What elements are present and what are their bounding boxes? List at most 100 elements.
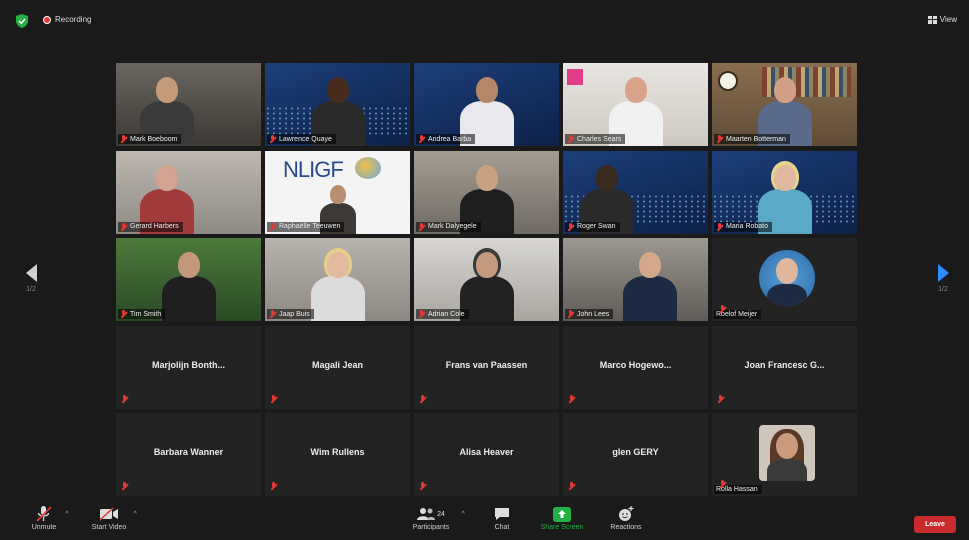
video-options-caret[interactable]: ^ (130, 504, 140, 524)
wall-clock-icon (718, 71, 738, 91)
muted-microphone-icon (567, 222, 574, 231)
muted-microphone-icon (568, 482, 575, 490)
muted-microphone-icon (567, 310, 574, 318)
reactions-button[interactable]: Reactions (604, 504, 648, 531)
participant-name: Frans van Paassen (445, 359, 528, 370)
participant-name: Alisa Heaver (459, 447, 514, 457)
participant-name: Roger Swan (577, 223, 616, 230)
participant-tile[interactable]: John Lees (563, 238, 708, 321)
muted-microphone-icon (418, 222, 425, 231)
shield-icon[interactable] (16, 14, 28, 28)
share-screen-label: Share Screen (540, 524, 584, 531)
participant-tile[interactable]: Joan Francesc G... (712, 325, 857, 409)
participant-name-label: Adrian Cole (416, 309, 469, 319)
participant-name: Charles Sears (577, 135, 622, 143)
muted-microphone-icon (120, 135, 127, 143)
participant-name-label: Charles Sears (565, 134, 626, 144)
chat-label: Chat (494, 524, 510, 531)
participant-tile[interactable]: Frans van Paassen (414, 325, 559, 409)
previous-page-button[interactable]: 1/2 (16, 264, 46, 293)
muted-microphone-icon (419, 482, 426, 490)
participant-tile[interactable]: Mark Dalyegele (414, 150, 559, 234)
chat-button[interactable]: Chat (487, 504, 517, 531)
participant-name-label: Roger Swan (565, 221, 620, 232)
participant-tile[interactable]: NLIGF Raphaëlle Teeuwen (265, 150, 410, 234)
pink-sign (567, 69, 583, 85)
participants-count: 24 (437, 510, 445, 518)
participant-name: Tim Smith (130, 310, 162, 318)
participant-tile[interactable]: Maria Robato (712, 150, 857, 234)
participant-tile[interactable]: Wim Rullens (265, 413, 410, 496)
participant-figure (620, 250, 680, 321)
muted-microphone-icon (418, 135, 425, 143)
participant-tile[interactable]: Magali Jean (265, 325, 410, 409)
participant-tile[interactable]: Tim Smith (116, 238, 261, 321)
emoji-plus-icon (619, 506, 634, 521)
participant-tile[interactable]: Mark Boeboom (116, 63, 261, 146)
participant-name-label: Rolla Hassan (714, 480, 762, 494)
start-video-label: Start Video (91, 524, 127, 531)
participant-tile[interactable]: Gerard Harbers (116, 150, 261, 234)
participant-tile[interactable]: Marjolijn Bonth... (116, 325, 261, 409)
muted-microphone-icon (719, 480, 726, 488)
participant-tile[interactable]: Andrea Barba (414, 63, 559, 146)
participant-name: Raphaëlle Teeuwen (279, 223, 341, 230)
page-indicator-right: 1/2 (938, 286, 948, 293)
muted-microphone-icon (568, 394, 575, 403)
start-video-button[interactable]: Start Video (84, 504, 134, 531)
video-camera-icon (99, 507, 118, 521)
muted-microphone-icon (270, 394, 277, 403)
muted-microphone-icon (269, 310, 276, 318)
audio-options-caret[interactable]: ^ (62, 504, 72, 524)
participant-figure (159, 250, 219, 321)
participant-name: Marco Hogewo... (599, 359, 672, 370)
participant-tile[interactable]: Jaap Buis (265, 238, 410, 321)
participant-tile[interactable]: Rolla Hassan (712, 413, 857, 496)
muted-microphone-icon (719, 305, 726, 313)
next-page-button[interactable]: 1/2 (928, 264, 958, 293)
participant-tile[interactable]: Adrian Cole (414, 238, 559, 321)
share-screen-button[interactable]: Share Screen (536, 504, 588, 531)
nligf-logo: NLIGF (283, 156, 344, 182)
profile-picture (759, 425, 815, 481)
top-bar: Recording View (0, 0, 969, 34)
participant-name: glen GERY (612, 447, 659, 457)
meeting-toolbar: Unmute ^ Start Video ^ 24 Participants ^… (0, 500, 969, 540)
participant-name-label: Raphaëlle Teeuwen (267, 221, 345, 232)
muted-microphone-icon (419, 394, 426, 403)
participant-tile[interactable]: glen GERY (563, 413, 708, 496)
unmute-button[interactable]: Unmute (26, 504, 62, 531)
participant-name: Barbara Wanner (153, 447, 224, 457)
participant-tile[interactable]: Marco Hogewo... (563, 325, 708, 409)
participant-name-label: Jaap Buis (267, 309, 314, 319)
participant-name-label: Tim Smith (118, 309, 166, 319)
participant-tile[interactable]: Alisa Heaver (414, 413, 559, 496)
share-screen-icon (553, 506, 571, 522)
participants-options-caret[interactable]: ^ (458, 504, 468, 524)
leave-button[interactable]: Leave (914, 516, 956, 533)
recording-indicator[interactable]: Recording (43, 15, 91, 24)
muted-microphone-icon (717, 394, 724, 403)
participant-name-label: John Lees (565, 309, 614, 319)
gallery-grid: Mark Boeboom Lawrence Quaye Andrea Barba Ch… (116, 63, 859, 496)
participant-name-label: Maarten Botterman (714, 134, 790, 144)
participant-tile[interactable]: Lawrence Quaye (265, 63, 410, 146)
participant-tile[interactable]: Maarten Botterman (712, 63, 857, 146)
participant-name: Joan Francesc G... (744, 359, 825, 370)
participant-name: Adrian Cole (428, 310, 465, 318)
participant-name: Marjolijn Bonth... (152, 359, 225, 370)
muted-microphone-icon (121, 482, 128, 490)
participant-tile[interactable]: Roger Swan (563, 150, 708, 234)
participant-name: Magali Jean (311, 359, 364, 370)
muted-microphone-icon (120, 310, 127, 318)
view-button[interactable]: View (927, 15, 957, 24)
participant-tile[interactable]: Roelof Meijer (712, 238, 857, 321)
profile-picture (759, 250, 815, 306)
participant-tile[interactable]: Charles Sears (563, 63, 708, 146)
muted-microphone-icon (269, 135, 276, 143)
unmute-label: Unmute (31, 524, 57, 531)
participant-name-label: Mark Boeboom (118, 134, 182, 144)
participants-button[interactable]: 24 Participants (404, 504, 458, 531)
participant-tile[interactable]: Barbara Wanner (116, 413, 261, 496)
arrow-right-icon (937, 264, 949, 282)
